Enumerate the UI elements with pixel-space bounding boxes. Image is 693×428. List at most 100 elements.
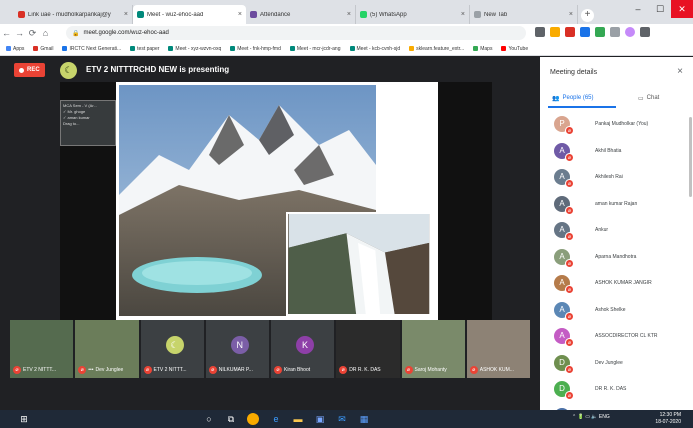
participant-list-item[interactable]: A ⌀ ASSOCDIRECTOR CL KTR (540, 325, 693, 352)
bookmark-item[interactable]: Meet - kcb-cvnh-sjd (349, 46, 400, 52)
tab-label: (5) WhatsApp (370, 11, 407, 18)
close-icon[interactable]: × (677, 66, 683, 77)
extension-icon[interactable] (595, 27, 605, 37)
bookmark-item[interactable]: Meet - fnk-hmp-fmd (230, 46, 281, 52)
bookmark-item[interactable]: Maps (473, 46, 492, 52)
browser-tab[interactable]: Attendance × (246, 5, 356, 24)
participant-list-item[interactable]: A ⌀ Akhilesh Rai (540, 166, 693, 193)
chat-icon: ▭ (638, 95, 644, 102)
browser-tab[interactable]: Meet - wuz-ehoc-aad × (133, 5, 246, 24)
participant-name: DR R. K. DAS (595, 386, 627, 392)
taskbar-clock[interactable]: 12:30 PM 18-07-2020 (655, 412, 681, 426)
app-icon[interactable]: ▦ (358, 413, 370, 425)
file-explorer-icon[interactable]: ▬ (292, 413, 304, 425)
mic-off-icon: ⌀ (565, 152, 574, 162)
bookmark-item[interactable]: Meet - xyz-wzvn-oxq (168, 46, 221, 52)
extension-icon[interactable] (580, 27, 590, 37)
tab-chat-label: Chat (646, 95, 660, 101)
search-icon[interactable]: ○ (203, 413, 215, 425)
participant-name-row: ⌀ DR R. K. DAS (339, 366, 381, 374)
task-view-icon[interactable]: ⧉ (225, 413, 237, 425)
participant-tile[interactable]: ⌀ ASHOK KUM... (466, 320, 530, 378)
bookmark-item[interactable]: Gmail (33, 46, 53, 52)
participant-list-item[interactable]: A ⌀ aman kumar Rajan (540, 193, 693, 220)
tab-people[interactable]: 👥 People (65) (552, 91, 594, 105)
bookmark-item[interactable]: Meet - mcr-jcdr-ang (289, 45, 341, 52)
tab-close-icon[interactable]: × (461, 11, 465, 18)
participant-list-item[interactable]: P ⌀ Pankaj Mudholkar (You) (540, 113, 693, 140)
participant-list-item[interactable]: A ⌀ ASHOK KUMAR JANGIR (540, 272, 693, 299)
more-icon[interactable]: ••• (88, 367, 93, 373)
maximize-button[interactable]: ☐ (649, 0, 671, 18)
participant-tile[interactable]: ⌀ ••• Dev Junglee (75, 320, 139, 378)
participant-list-item[interactable]: D ⌀ Dev Junglee (540, 352, 693, 379)
browser-tab[interactable]: (5) WhatsApp × (356, 5, 470, 24)
slide-overlay-panel: MCA Sem - V (Ar... ✓ Mr. ghoge ✓ aman ku… (60, 100, 116, 146)
participant-tile[interactable]: ⌀ DR R. K. DAS (336, 320, 400, 378)
participant-list-item[interactable]: A ⌀ Ashok Shelke (540, 299, 693, 326)
menu-icon[interactable] (640, 27, 650, 37)
participant-name: Akhilesh Rai (595, 174, 623, 180)
participant-tile[interactable]: ☾ ⌀ ETV 2 NITTT... (140, 320, 204, 378)
mic-off-icon: ⌀ (565, 338, 574, 347)
participant-tile[interactable]: ⌀ Saroj Mohanty (401, 320, 465, 378)
bookmark-icon (33, 46, 39, 51)
participant-tile[interactable]: ⌀ ETV 2 NITTT... (10, 320, 74, 378)
tab-label: Link uae - mudholkarpankaj@y (28, 11, 111, 18)
participant-name: Dev Junglee (95, 367, 124, 373)
extension-icon[interactable] (565, 27, 575, 37)
participant-name-row: ⌀ NILKUMAR P... (208, 366, 253, 374)
minimize-button[interactable]: – (627, 0, 649, 18)
participant-name: Akhil Bhatia (595, 147, 622, 154)
tab-close-icon[interactable]: × (347, 11, 351, 18)
forward-icon[interactable]: → (13, 28, 26, 38)
edge-icon[interactable]: e (270, 413, 282, 425)
browser-tab[interactable]: New Tab × (470, 5, 578, 24)
tab-close-icon[interactable]: × (238, 11, 242, 18)
participant-list-item[interactable]: A ⌀ Ankur (540, 219, 693, 246)
close-window-button[interactable]: ✕ (671, 0, 693, 18)
presentation-slide (116, 82, 438, 320)
home-icon[interactable]: ⌂ (39, 28, 52, 38)
bookmark-label: sklearn.feature_extr... (416, 45, 465, 52)
url-input[interactable]: 🔒 meet.google.com/wuz-ehoc-aad (66, 26, 526, 40)
bookmark-item[interactable]: YouTube (501, 46, 528, 52)
participant-list-item[interactable]: A ⌀ Aparna Mandhotra (540, 246, 693, 273)
participant-list-item[interactable]: D ⌀ DR R. K. DAS (540, 378, 693, 405)
windows-start-icon[interactable]: ⊞ (18, 413, 30, 425)
participant-name-row: ⌀ ETV 2 NITTT... (143, 366, 187, 374)
tab-label: Attendance (260, 11, 291, 18)
recording-label: REC (27, 67, 40, 73)
extension-icon[interactable] (535, 27, 545, 37)
store-icon[interactable]: ▣ (314, 413, 326, 425)
bookmark-item[interactable]: test paper (130, 46, 159, 52)
participant-tile[interactable]: N ⌀ NILKUMAR P... (205, 320, 269, 378)
chrome-icon[interactable] (247, 413, 259, 425)
participant-list-item[interactable]: A ⌀ Akhil Bhatia (540, 140, 693, 167)
bookmark-label: Meet - mcr-jcdr-ang (296, 45, 341, 52)
tab-close-icon[interactable]: × (569, 11, 573, 18)
extension-icon[interactable] (610, 27, 620, 37)
participant-avatar: N (230, 336, 249, 354)
star-icon[interactable] (550, 27, 560, 37)
profile-avatar[interactable] (625, 27, 635, 37)
bookmark-icon (62, 46, 68, 51)
scrollbar[interactable] (689, 117, 692, 197)
bookmark-item[interactable]: IRCTC Next Generati... (62, 46, 121, 52)
participant-name: Kiran Bhoot (284, 367, 311, 373)
window-controls: – ☐ ✕ (627, 0, 693, 18)
bookmark-item[interactable]: sklearn.feature_extr... (409, 46, 464, 52)
bookmark-item[interactable]: Apps (6, 46, 24, 52)
participant-name-row: ⌀ ETV 2 NITTT... (13, 366, 56, 374)
reload-icon[interactable]: ⟳ (26, 28, 39, 39)
browser-tab[interactable]: Link uae - mudholkarpankaj@y × (14, 5, 133, 24)
bookmark-icon (501, 46, 507, 51)
participant-tile[interactable]: K ⌀ Kiran Bhoot (271, 320, 335, 378)
mail-icon[interactable]: ✉ (336, 413, 348, 425)
tab-close-icon[interactable]: × (124, 11, 128, 18)
new-tab-button[interactable]: + (581, 9, 594, 22)
overlay-line: Drag to... (63, 121, 80, 126)
language-indicator[interactable]: ENG (599, 414, 610, 420)
back-icon[interactable]: ← (0, 28, 13, 38)
tab-chat[interactable]: ▭ Chat (638, 91, 659, 105)
